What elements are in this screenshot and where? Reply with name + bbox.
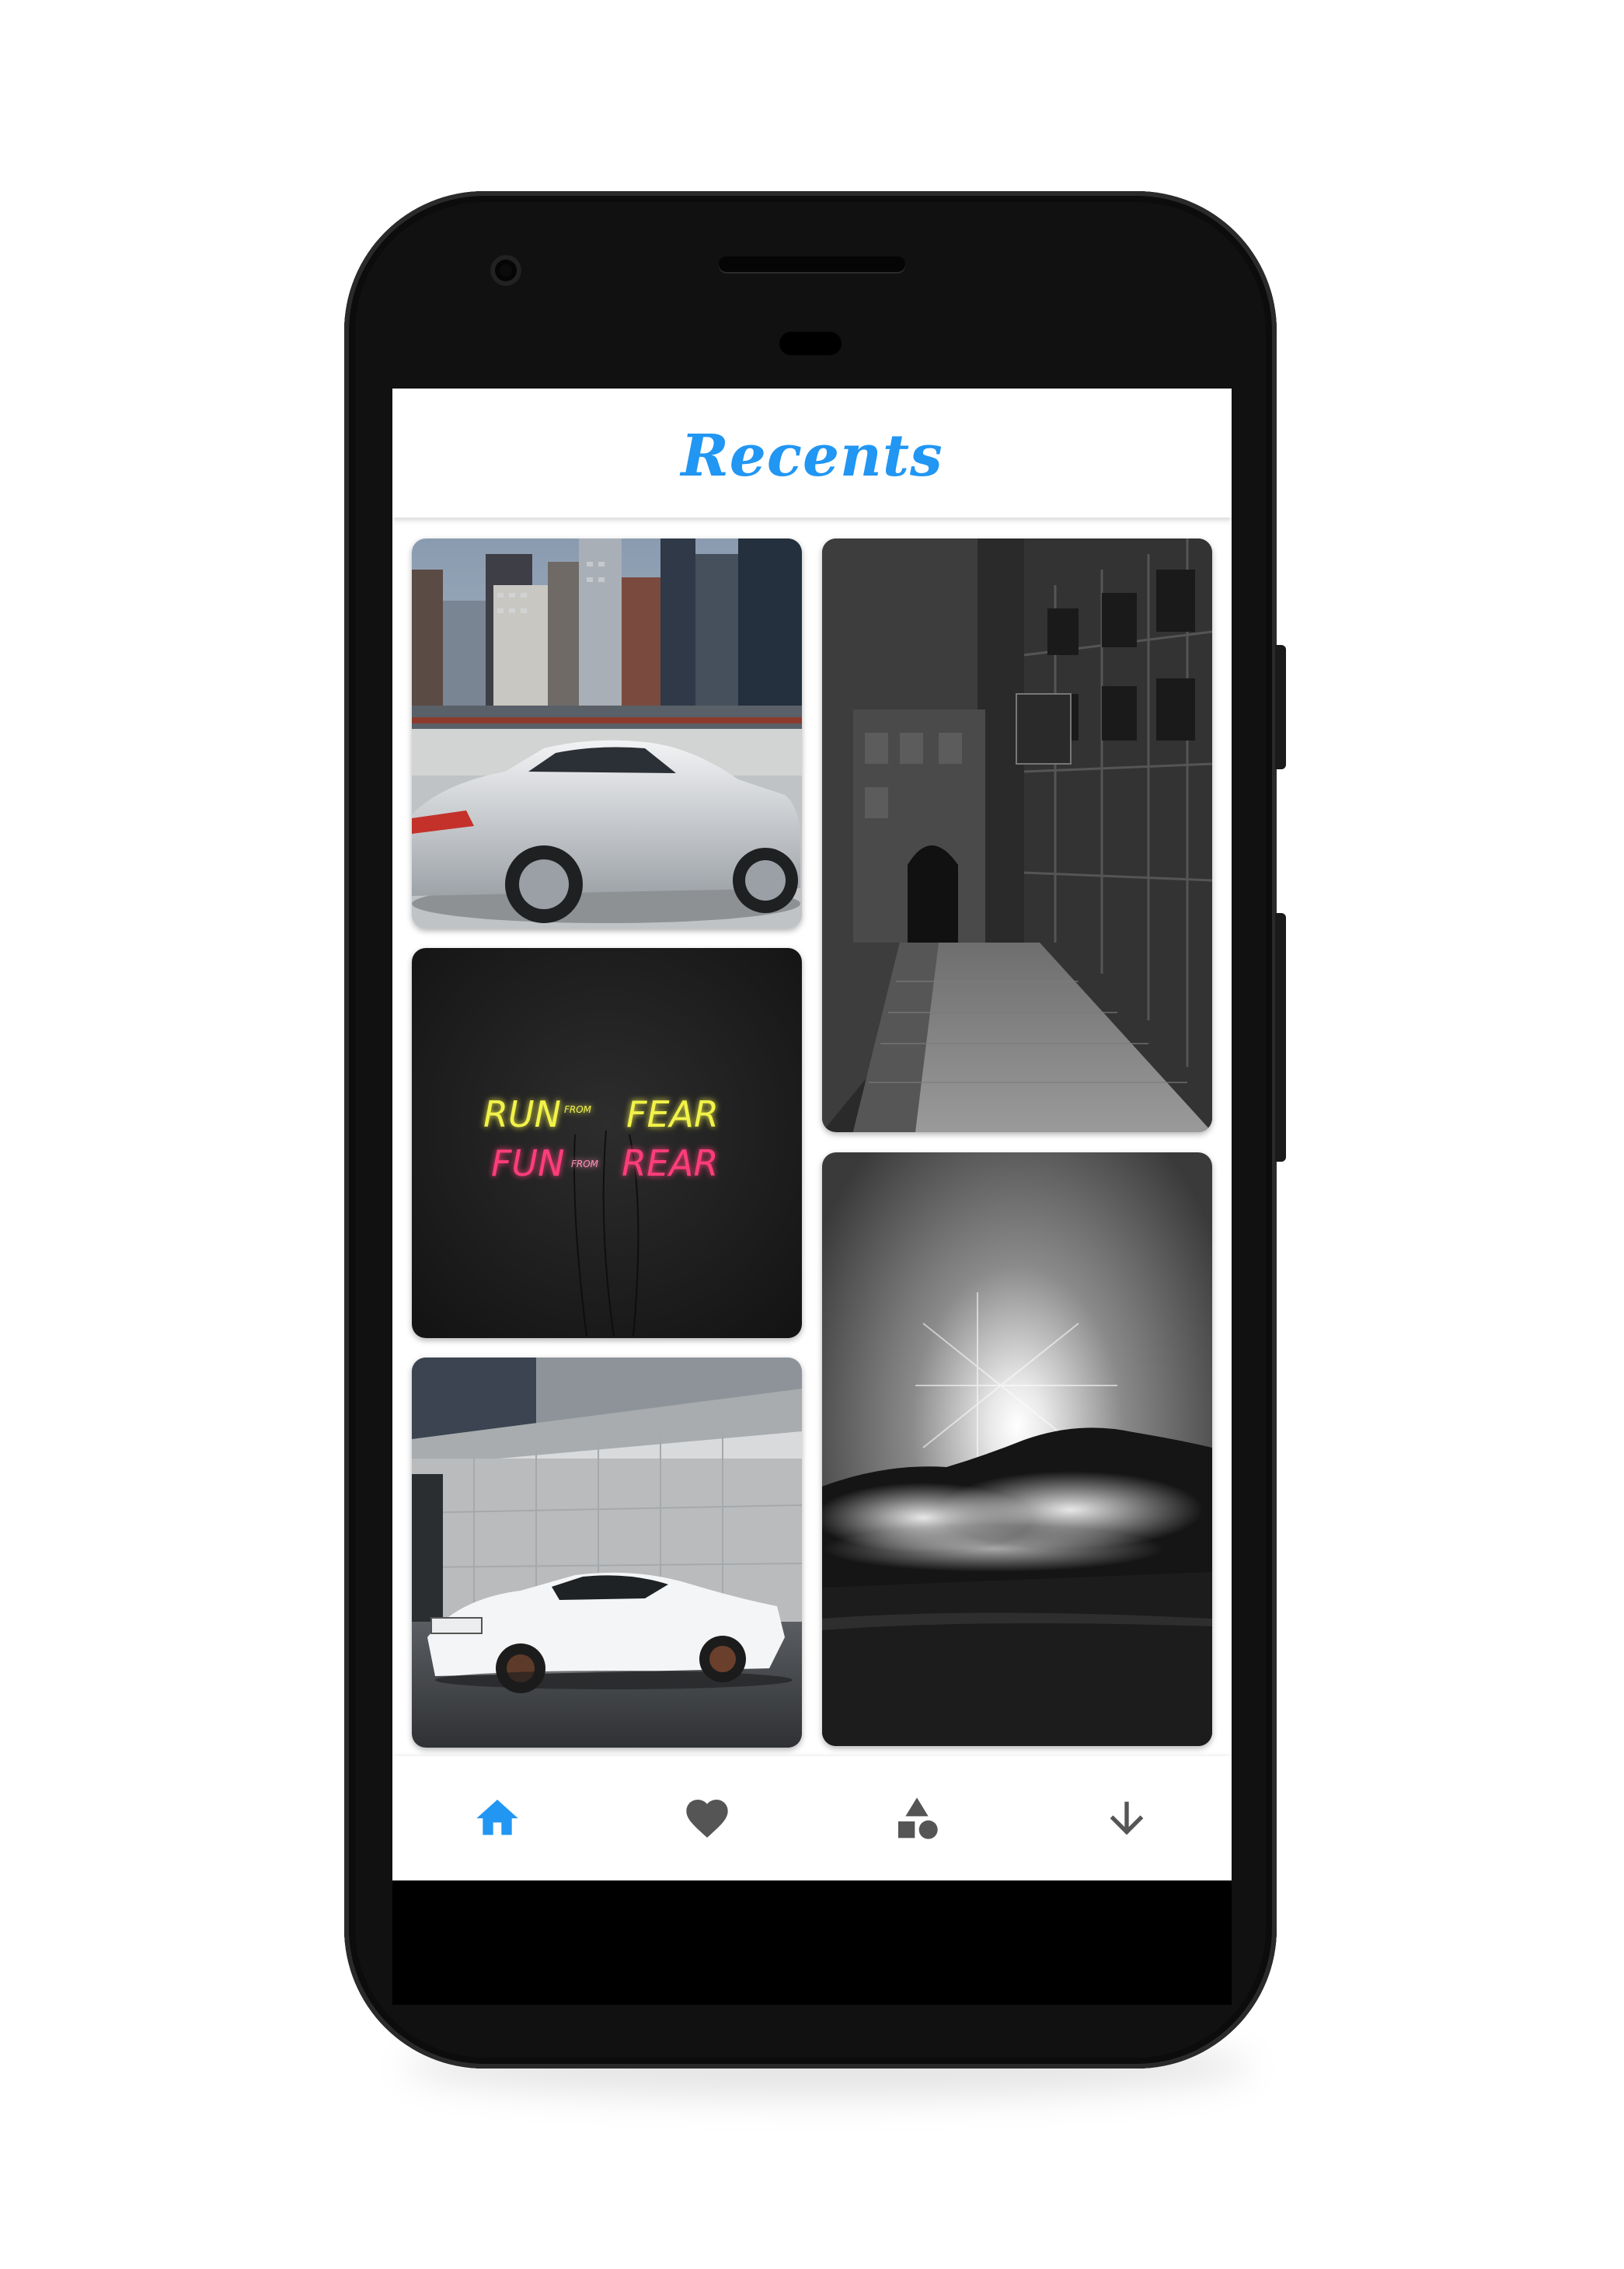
page-title: Recents: [681, 423, 943, 490]
neon-line1-left: RUN: [483, 1093, 561, 1135]
wallpaper-tile-cobblestone-street[interactable]: [822, 538, 1212, 1132]
white-sports-car-image: [412, 1358, 802, 1748]
wallpaper-tile-sunburst-mountain[interactable]: [822, 1152, 1212, 1746]
front-camera: [490, 255, 521, 286]
bottom-bezel: [392, 1880, 1232, 2005]
neon-line1-right: FEAR: [626, 1093, 719, 1135]
silver-hatchback-image: [412, 538, 802, 929]
cobblestone-street-image: [822, 538, 1212, 1132]
earpiece-speaker: [719, 256, 905, 272]
wallpaper-tile-white-sports-car[interactable]: [412, 1358, 802, 1748]
home-icon: [476, 1800, 518, 1835]
nav-downloads[interactable]: [1022, 1756, 1232, 1880]
power-button: [1275, 645, 1286, 769]
app-bar: Recents: [392, 389, 1232, 518]
proximity-sensor: [779, 332, 842, 355]
nav-favorites[interactable]: [602, 1756, 812, 1880]
bottom-navigation: [392, 1756, 1232, 1880]
sunburst-mountain-image: [822, 1152, 1212, 1746]
wallpaper-tile-neon-sign[interactable]: RUN FROM FEAR FUN FROM REAR: [412, 948, 802, 1338]
neon-line2-small: FROM: [571, 1159, 599, 1169]
neon-line1-small: FROM: [564, 1104, 592, 1115]
app-screen: Recents RUN FROM FEAR FUN FROM REAR: [392, 389, 1232, 1880]
categories-icon: [898, 1797, 938, 1839]
neon-line2-left: FUN: [491, 1142, 565, 1184]
wallpaper-grid[interactable]: RUN FROM FEAR FUN FROM REAR: [392, 518, 1232, 1756]
download-icon: [1110, 1801, 1144, 1835]
nav-categories[interactable]: [812, 1756, 1022, 1880]
nav-home[interactable]: [392, 1756, 602, 1880]
device-stage: Recents RUN FROM FEAR FUN FROM REAR: [0, 0, 1624, 2269]
volume-button: [1275, 913, 1286, 1162]
heart-icon: [686, 1800, 728, 1838]
wallpaper-tile-silver-hatchback[interactable]: [412, 538, 802, 929]
neon-line2-right: REAR: [622, 1142, 718, 1184]
neon-sign-image: RUN FROM FEAR FUN FROM REAR: [412, 948, 802, 1338]
